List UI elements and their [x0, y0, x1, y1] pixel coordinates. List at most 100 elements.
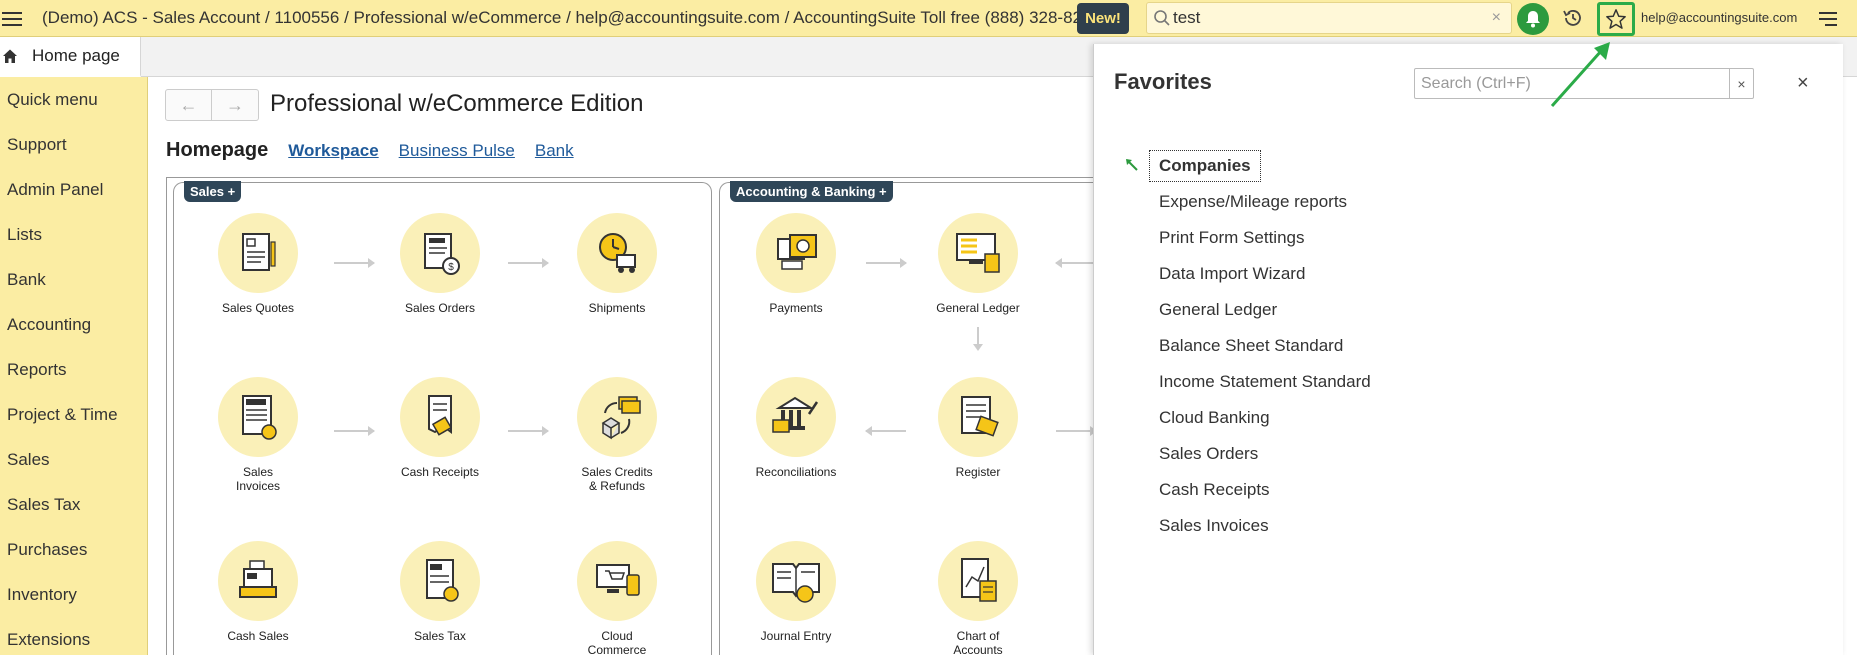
sidebar-item-admin-panel[interactable]: Admin Panel — [0, 167, 147, 212]
favorite-item[interactable]: Sales Invoices — [1094, 508, 1371, 544]
tile-shipments[interactable]: Shipments — [557, 213, 677, 315]
flow-arrow — [1056, 426, 1097, 436]
flow-arrow — [334, 258, 375, 268]
favorite-item[interactable]: Cash Receipts — [1094, 472, 1371, 508]
favorites-list: Companies Expense/Mileage reports Print … — [1094, 148, 1371, 544]
flow-arrow — [334, 426, 375, 436]
favorite-item[interactable]: Print Form Settings — [1094, 220, 1371, 256]
pin-icon — [1126, 159, 1138, 171]
main-menu-icon[interactable] — [2, 8, 22, 28]
tile-sales-quotes[interactable]: Sales Quotes — [198, 213, 318, 315]
favorite-item[interactable]: Companies — [1094, 148, 1371, 184]
homepage-tabs: Homepage Workspace Business Pulse Bank — [166, 139, 594, 162]
link-workspace[interactable]: Workspace — [288, 141, 378, 161]
favorite-item[interactable]: Sales Orders — [1094, 436, 1371, 472]
close-favorites-icon[interactable]: × — [1797, 72, 1809, 95]
sidebar-item-extensions[interactable]: Extensions — [0, 617, 147, 655]
app-title: (Demo) ACS - Sales Account / 1100556 / P… — [42, 8, 1077, 27]
favorites-title: Favorites — [1114, 69, 1212, 94]
history-icon — [1563, 10, 1581, 26]
settings-menu-icon[interactable] — [1817, 9, 1839, 34]
favorite-item[interactable]: Balance Sheet Standard — [1094, 328, 1371, 364]
sidebar-item-support[interactable]: Support — [0, 122, 147, 167]
clear-search-icon[interactable]: × — [1492, 9, 1501, 27]
workspace-panels: Sales + Sales Quotes $ Sales Orders Ship… — [166, 177, 1119, 655]
svg-text:$: $ — [448, 262, 454, 273]
sidebar-item-sales[interactable]: Sales — [0, 437, 147, 482]
link-business-pulse[interactable]: Business Pulse — [399, 141, 515, 161]
sidebar-item-accounting[interactable]: Accounting — [0, 302, 147, 347]
top-bar: (Demo) ACS - Sales Account / 1100556 / P… — [0, 0, 1857, 37]
forward-button[interactable]: → — [212, 90, 258, 120]
favorite-item[interactable]: General Ledger — [1094, 292, 1371, 328]
sidebar-item-project-time[interactable]: Project & Time — [0, 392, 147, 437]
favorite-item[interactable]: Cloud Banking — [1094, 400, 1371, 436]
payments-icon — [777, 234, 817, 270]
accounting-panel-label[interactable]: Accounting & Banking + — [730, 181, 893, 202]
flow-arrow — [865, 426, 906, 436]
accounting-banking-panel: Accounting & Banking + Payments General … — [719, 181, 1119, 655]
sales-panel-label[interactable]: Sales + — [184, 181, 242, 202]
general-ledger-icon — [956, 233, 1000, 273]
sidebar-item-sales-tax[interactable]: Sales Tax — [0, 482, 147, 527]
favorites-panel: Favorites × × Companies Expense/Mileage … — [1093, 44, 1843, 655]
journal-entry-icon — [772, 563, 820, 603]
sidebar-item-inventory[interactable]: Inventory — [0, 572, 147, 617]
flow-arrow-down — [973, 327, 983, 351]
cash-receipts-icon — [428, 395, 453, 436]
tile-sales-credits-refunds[interactable]: Sales Credits & Refunds — [557, 377, 677, 493]
history-button[interactable] — [1561, 6, 1585, 35]
tab-home-page[interactable]: Home page — [0, 37, 141, 77]
tile-journal-entry[interactable]: Journal Entry — [736, 541, 856, 643]
user-email[interactable]: help@accountingsuite.com — [1641, 10, 1797, 25]
favorites-search-clear-icon[interactable]: × — [1729, 69, 1753, 98]
homepage-label: Homepage — [166, 139, 269, 161]
tile-label: Reconciliations — [755, 465, 837, 479]
flow-arrow — [508, 426, 549, 436]
flow-arrow — [1055, 258, 1096, 268]
search-icon — [1154, 10, 1170, 26]
shipments-icon — [599, 233, 636, 273]
sidebar-item-bank[interactable]: Bank — [0, 257, 147, 302]
tile-cloud-commerce[interactable]: Cloud Commerce — [557, 541, 677, 655]
tile-label: Journal Entry — [760, 629, 832, 643]
sidebar-item-quick-menu[interactable]: Quick menu — [0, 77, 147, 122]
tile-cash-sales[interactable]: Cash Sales — [198, 541, 318, 643]
tile-payments[interactable]: Payments — [736, 213, 856, 315]
tile-register[interactable]: Register — [918, 377, 1038, 479]
sidebar-item-reports[interactable]: Reports — [0, 347, 147, 392]
favorite-item[interactable]: Expense/Mileage reports — [1094, 184, 1371, 220]
sales-credits-icon — [601, 396, 641, 440]
tile-cash-receipts[interactable]: Cash Receipts — [380, 377, 500, 479]
back-button[interactable]: ← — [166, 90, 213, 120]
tile-label: Sales Tax — [414, 629, 466, 643]
global-search[interactable]: × — [1146, 2, 1512, 34]
register-icon — [961, 396, 999, 437]
flow-arrow — [508, 258, 549, 268]
favorite-item[interactable]: Income Statement Standard — [1094, 364, 1371, 400]
favorites-button[interactable] — [1597, 2, 1635, 36]
tile-sales-tax[interactable]: Sales Tax — [380, 541, 500, 643]
tile-sales-orders[interactable]: $ Sales Orders — [380, 213, 500, 315]
favorite-item[interactable]: Data Import Wizard — [1094, 256, 1371, 292]
sidebar-item-purchases[interactable]: Purchases — [0, 527, 147, 572]
global-search-input[interactable] — [1173, 6, 1473, 30]
flow-arrow — [866, 258, 907, 268]
sidebar-item-lists[interactable]: Lists — [0, 212, 147, 257]
home-icon — [3, 49, 17, 63]
history-nav: ← → — [165, 89, 259, 121]
notifications-button[interactable] — [1517, 3, 1549, 35]
link-bank[interactable]: Bank — [535, 141, 574, 161]
new-badge[interactable]: New! — [1077, 3, 1129, 34]
tile-label: Cloud Commerce — [587, 629, 647, 655]
tile-sales-invoices[interactable]: Sales Invoices — [198, 377, 318, 493]
sales-tax-icon — [426, 559, 459, 602]
cash-register-icon — [239, 560, 277, 598]
tile-label: Sales Credits & Refunds — [581, 465, 653, 493]
cloud-commerce-icon — [596, 564, 640, 596]
tile-chart-of-accounts[interactable]: Chart of Accounts — [918, 541, 1038, 655]
tile-general-ledger[interactable]: General Ledger — [918, 213, 1038, 315]
tile-reconciliations[interactable]: Reconciliations — [736, 377, 856, 479]
tile-label: Sales Invoices — [235, 465, 281, 493]
annotation-arrow-icon — [1550, 42, 1610, 107]
